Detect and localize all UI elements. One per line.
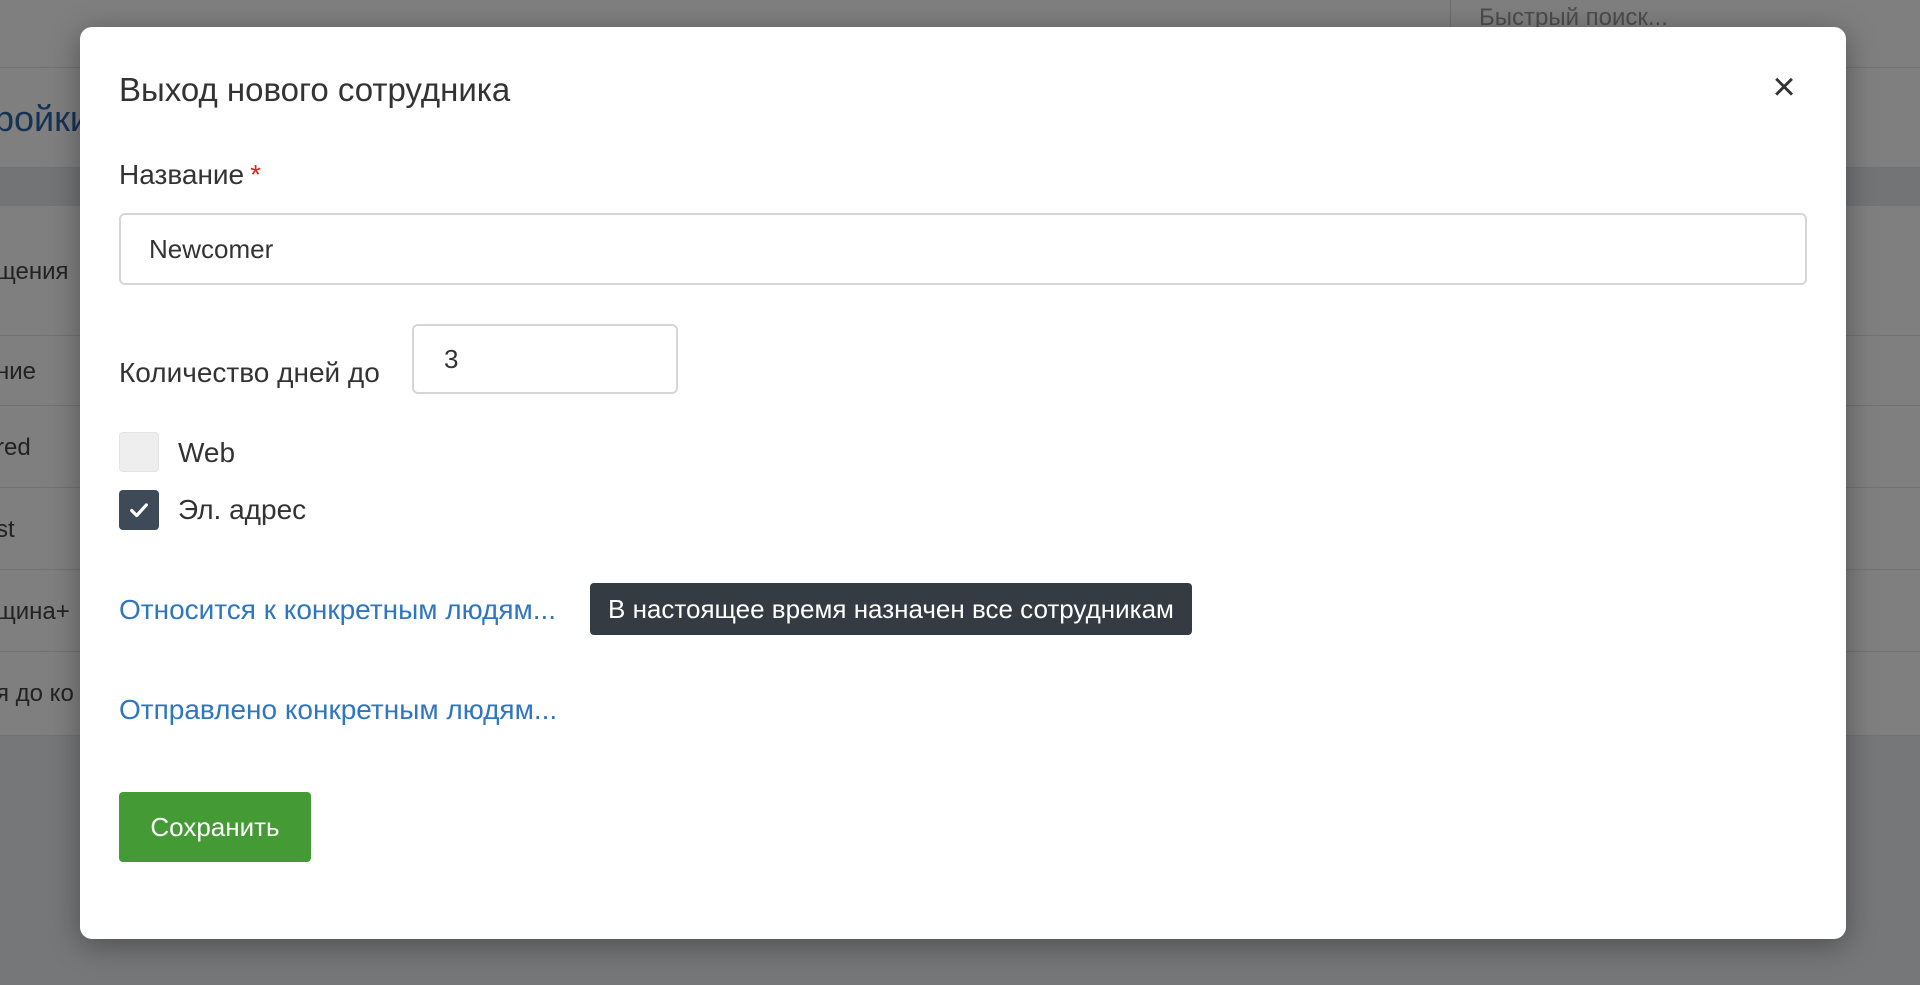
close-button[interactable]: × [1766, 67, 1802, 107]
days-label: Количество дней до [119, 357, 380, 388]
dialog-title: Выход нового сотрудника [119, 71, 511, 108]
days-input[interactable] [412, 324, 678, 394]
web-checkbox-label[interactable]: Web [178, 437, 235, 469]
email-checkbox[interactable] [119, 490, 159, 530]
name-label: Название * [119, 159, 261, 191]
name-label-text: Название [119, 159, 245, 190]
sent-to-people-link[interactable]: Отправлено конкретным людям... [119, 694, 557, 726]
check-icon [130, 503, 148, 518]
name-input[interactable] [119, 213, 1807, 285]
email-checkbox-label[interactable]: Эл. адрес [178, 494, 306, 526]
new-employee-dialog: Выход нового сотрудника × Название* Коли… [80, 27, 1846, 939]
required-mark: * [250, 159, 262, 190]
applies-to-people-link[interactable]: Относится к конкретным людям... [119, 594, 556, 626]
save-button[interactable]: Сохранить [119, 792, 311, 862]
assignment-tooltip: В настоящее время назначен все сотрудник… [590, 583, 1192, 635]
web-checkbox[interactable] [119, 432, 159, 472]
close-icon: × [1772, 65, 1796, 109]
